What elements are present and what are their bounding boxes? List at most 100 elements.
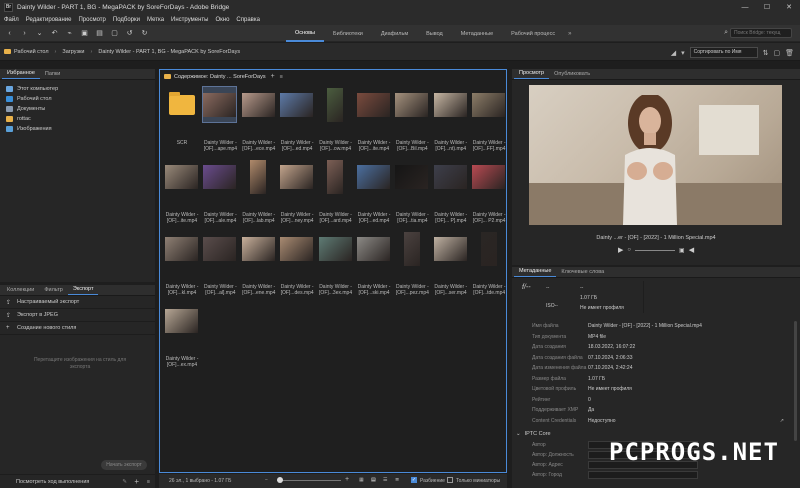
- rotate-left-icon[interactable]: ↺: [124, 28, 135, 39]
- thumbnail-item[interactable]: Dainty Wilder - [OF]... P].mp4: [432, 157, 468, 224]
- thumbnail[interactable]: [472, 159, 506, 194]
- favorite-item[interactable]: Документы: [0, 104, 155, 114]
- thumbnail[interactable]: [433, 159, 467, 194]
- thumbnail[interactable]: [165, 231, 198, 266]
- workspace-tab[interactable]: Диафильм: [372, 25, 417, 42]
- thumbnail[interactable]: [395, 87, 429, 122]
- delete-icon[interactable]: 🗑: [785, 49, 794, 57]
- razbienie-checkbox[interactable]: ✓: [411, 477, 417, 483]
- thumbnail-item[interactable]: Dainty Wilder - [OF]...pez.mp4: [393, 229, 429, 296]
- view-list-icon[interactable]: ≣: [395, 477, 399, 483]
- export-preset-row[interactable]: ⇪ Экспорт в JPEG: [0, 309, 155, 322]
- recent-icon[interactable]: ⌄: [34, 28, 45, 39]
- thumbnail[interactable]: [318, 231, 352, 266]
- play-icon[interactable]: ▶: [618, 246, 623, 254]
- thumbnail-item[interactable]: Dainty Wilder - [OF]...ite.mp4: [163, 157, 199, 224]
- boomerang-icon[interactable]: ⌁: [64, 28, 75, 39]
- panel-tab[interactable]: Ключевые слова: [556, 269, 609, 277]
- thumbnail[interactable]: [165, 303, 198, 338]
- thumbnail-item[interactable]: Dainty Wilder - [OF]...ser.mp4: [432, 229, 468, 296]
- view-details-icon[interactable]: ☰: [383, 477, 387, 483]
- thumbnail[interactable]: [357, 87, 390, 122]
- volume-icon[interactable]: ◀: [689, 246, 694, 254]
- new-folder-icon[interactable]: ▢: [773, 49, 780, 57]
- edit-icon[interactable]: ✎: [122, 479, 127, 485]
- add-icon[interactable]: +: [134, 477, 139, 486]
- open-external-icon[interactable]: ↗: [780, 418, 784, 424]
- thumbnail-item[interactable]: Dainty Wilder - [OF]...tde.mp4: [470, 229, 506, 296]
- thumbnail-item[interactable]: Dainty Wilder - [OF]...des.mp4: [278, 229, 314, 296]
- panel-tab[interactable]: Папки: [40, 71, 65, 79]
- view-thumbnails-icon[interactable]: ▤: [371, 477, 376, 483]
- thumbnail-item[interactable]: Dainty Wilder - [OF]...Bil.mp4: [393, 85, 429, 152]
- thumbnail[interactable]: [241, 231, 275, 266]
- thumbnail-item[interactable]: Dainty Wilder - [OF]...ex.mp4: [163, 301, 199, 368]
- thumbnail-item[interactable]: Dainty Wilder - [OF]...ed.mp4: [355, 157, 391, 224]
- zoom-in-icon[interactable]: +: [345, 476, 349, 483]
- thumbnail-item[interactable]: Dainty Wilder - [OF]...ney.mp4: [278, 157, 314, 224]
- history-icon[interactable]: ↶: [49, 28, 60, 39]
- favorite-item[interactable]: Изображения: [0, 124, 155, 134]
- menu-item[interactable]: Просмотр: [78, 17, 105, 23]
- rating-filter-icon[interactable]: ◢: [671, 49, 676, 57]
- panel-tab[interactable]: Метаданные: [514, 268, 557, 277]
- menu-icon[interactable]: ≡: [147, 479, 150, 485]
- search-icon[interactable]: ⌕: [724, 29, 728, 37]
- thumbnail[interactable]: [319, 87, 352, 122]
- minimize-icon[interactable]: —: [734, 0, 756, 14]
- thumbnail[interactable]: [319, 159, 352, 194]
- thumbnail[interactable]: [165, 87, 198, 122]
- favorite-item[interactable]: Рабочий стол: [0, 94, 155, 104]
- panel-menu-icon[interactable]: ≡: [280, 74, 283, 80]
- workspace-tab[interactable]: Рабочий процесс: [502, 25, 564, 42]
- thumbnail-item[interactable]: Dainty Wilder - [OF]...kl.mp4: [163, 229, 199, 296]
- panel-tab[interactable]: Фильтр: [39, 287, 67, 295]
- close-icon[interactable]: ✕: [778, 0, 800, 14]
- thumbnail[interactable]: [395, 231, 428, 266]
- menu-item[interactable]: Окно: [215, 17, 229, 23]
- thumbnail-item[interactable]: Dainty Wilder - [OF]...ale.mp4: [201, 157, 237, 224]
- add-tab-icon[interactable]: +: [271, 73, 275, 80]
- thumbnail-size-slider[interactable]: [277, 477, 341, 483]
- rotate-right-icon[interactable]: ↻: [139, 28, 150, 39]
- panel-tab[interactable]: Опубликовать: [549, 71, 595, 79]
- zoom-out-icon[interactable]: −: [265, 477, 268, 483]
- breadcrumb-item[interactable]: Рабочий стол ›: [4, 49, 62, 55]
- workspace-tab[interactable]: Метаданные: [452, 25, 502, 42]
- menu-item[interactable]: Редактирование: [26, 17, 72, 23]
- thumbnail-item[interactable]: Dainty Wilder - [OF]...FF].mp4: [470, 85, 506, 152]
- thumbnail-item[interactable]: Dainty Wilder - [OF]...ow.mp4: [317, 85, 353, 152]
- thumbnail-item[interactable]: Dainty Wilder - [OF]...ape.mp4: [201, 85, 238, 152]
- breadcrumb-item[interactable]: Загрузки ›: [62, 49, 98, 55]
- maximize-icon[interactable]: ☐: [756, 0, 778, 14]
- panel-tab[interactable]: Коллекции: [2, 287, 39, 295]
- favorite-item[interactable]: rottac: [0, 114, 155, 124]
- playhead-icon[interactable]: ○: [627, 247, 631, 253]
- thumbnail[interactable]: [472, 87, 506, 122]
- workspace-tab[interactable]: Вывод: [417, 25, 452, 42]
- thumbnail[interactable]: [280, 87, 314, 122]
- sort-select[interactable]: Сортировать по Имя: [689, 47, 758, 58]
- thumbnail-item[interactable]: Dainty Wilder - [OF]...ski.mp4: [355, 229, 391, 296]
- panel-tab[interactable]: Просмотр: [514, 70, 550, 79]
- back-icon[interactable]: ‹: [4, 28, 15, 39]
- menu-item[interactable]: Инструменты: [171, 17, 208, 23]
- thumbnail[interactable]: [280, 159, 314, 194]
- thumbnail[interactable]: [203, 159, 237, 194]
- start-export-button[interactable]: Начать экспорт: [101, 460, 147, 470]
- thumbnail-item[interactable]: Dainty Wilder - [OF]... P2.mp4: [470, 157, 506, 224]
- forward-icon[interactable]: ›: [19, 28, 30, 39]
- thumbnail[interactable]: [203, 231, 237, 266]
- view-progress-row[interactable]: Посмотреть ход выполнения ✎ + ≡: [0, 474, 155, 488]
- thumbnail[interactable]: [357, 231, 390, 266]
- only-thumbs-checkbox[interactable]: [447, 477, 453, 483]
- thumbnail-item[interactable]: Dainty Wilder - [OF]...nt).mp4: [432, 85, 468, 152]
- thumbnail[interactable]: [433, 87, 467, 122]
- thumbnail-item[interactable]: Dainty Wilder - [OF]...3ex.mp4: [317, 229, 353, 296]
- open-icon[interactable]: ▢: [109, 28, 120, 39]
- menu-item[interactable]: Файл: [4, 17, 19, 23]
- filter-icon[interactable]: ▾: [681, 49, 685, 57]
- thumbnail[interactable]: [242, 159, 275, 194]
- thumbnail-item[interactable]: Dainty Wilder - [OF]...ite.mp4: [355, 85, 391, 152]
- menu-item[interactable]: Подборки: [113, 17, 140, 23]
